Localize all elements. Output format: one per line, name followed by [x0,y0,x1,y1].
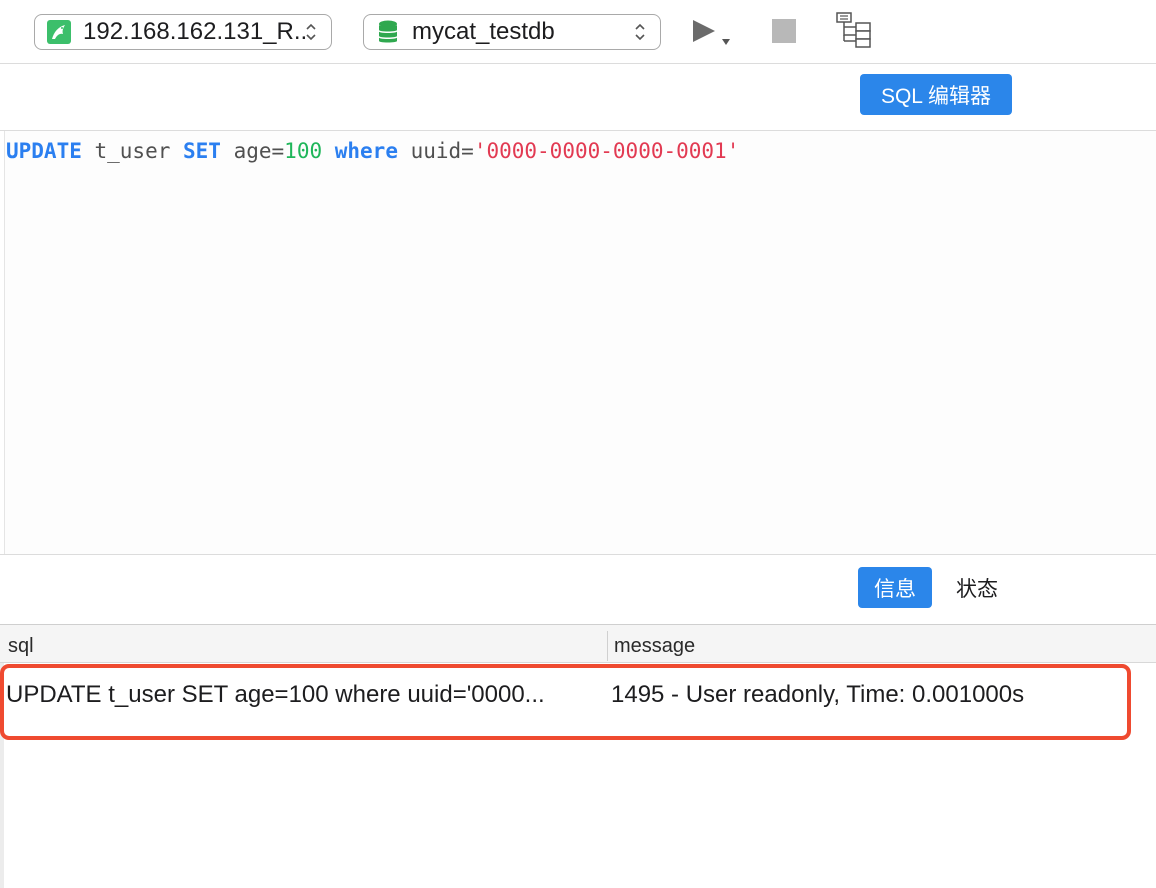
result-table-header: sql message [0,624,1156,663]
explain-tree-icon [836,12,871,48]
sql-keyword: UPDATE [6,139,82,163]
sql-text: uuid= [397,139,474,163]
result-tabs-bar: 信息 状态 [0,554,1156,624]
editor-header: SQL 编辑器 [0,64,1156,131]
updown-chevron-icon [634,21,646,43]
database-label: mycat_testdb [412,18,555,45]
sql-text: t_user [81,139,184,163]
sql-string: '0000-0000-0000-0001' [473,139,740,163]
navicat-query-window: 192.168.162.131_R... mycat_testdb SQL 编辑… [0,0,1156,888]
connection-selector[interactable]: 192.168.162.131_R... [34,14,332,50]
tab-sql-editor[interactable]: SQL 编辑器 [860,74,1012,115]
column-header-message[interactable]: message [614,625,1144,663]
play-icon [693,20,730,45]
mysql-dolphin-icon [47,20,71,44]
tab-info[interactable]: 信息 [858,567,932,608]
sql-keyword: SET [183,139,221,163]
updown-chevron-icon [305,21,317,43]
explain-button[interactable] [834,11,874,51]
column-divider[interactable] [607,631,608,661]
connection-label: 192.168.162.131_R... [83,18,305,45]
sql-editor[interactable]: UPDATE t_user SET age=100 where uuid='00… [4,131,1156,554]
toolbar: 192.168.162.131_R... mycat_testdb [0,0,1156,64]
code-line: UPDATE t_user SET age=100 where uuid='00… [6,139,739,163]
tab-status[interactable]: 状态 [945,567,1009,608]
column-header-sql[interactable]: sql [8,625,606,663]
sql-keyword: where [322,139,398,163]
run-button[interactable] [692,18,736,48]
stop-button[interactable] [772,19,796,43]
sql-text: age= [220,139,285,163]
database-stack-icon [376,20,400,44]
highlight-annotation-box [0,664,1131,740]
database-selector[interactable]: mycat_testdb [363,14,661,50]
sql-number: 100 [284,139,323,163]
